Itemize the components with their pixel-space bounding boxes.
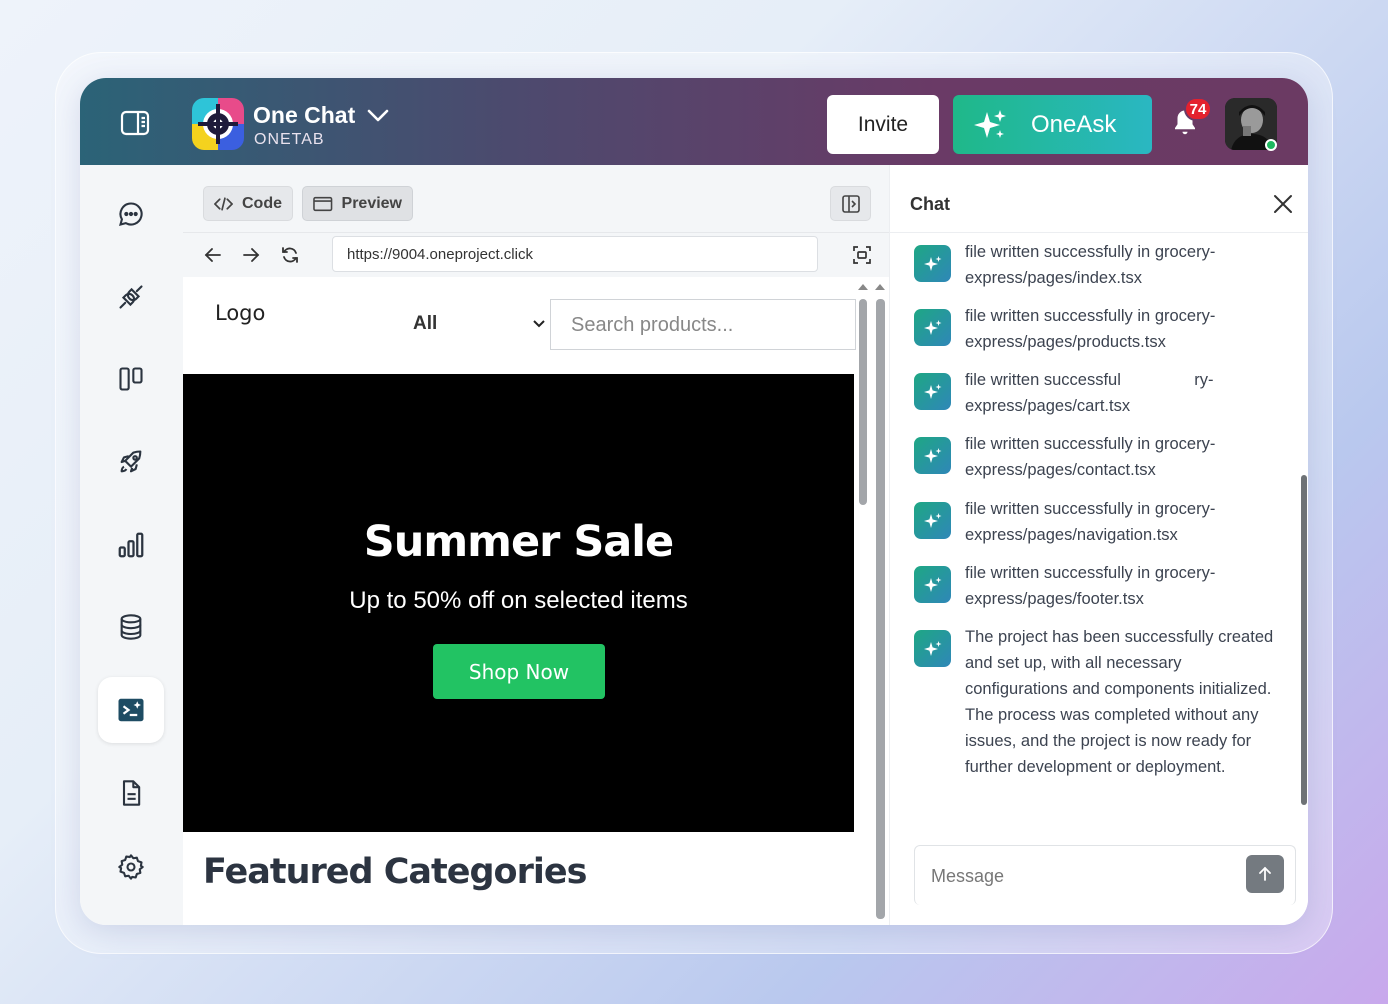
tab-code[interactable]: Code	[203, 186, 293, 221]
chat-scrollbar-thumb[interactable]	[1301, 475, 1307, 805]
product-search-input[interactable]: Search products...	[550, 299, 856, 350]
address-input[interactable]: https://9004.oneproject.click	[332, 236, 818, 272]
ai-terminal-icon	[118, 698, 144, 722]
app-name: One Chat	[253, 102, 356, 128]
onechat-logo	[192, 98, 244, 150]
ai-sparkle-icon	[914, 373, 951, 410]
sidebar-item-documents[interactable]	[98, 760, 164, 826]
sidebar-item-boards[interactable]	[98, 346, 164, 412]
browser-url-bar: https://9004.oneproject.click	[183, 232, 889, 277]
chat-message-text: file written successfully in grocery-exp…	[965, 435, 1216, 479]
preview-pane: Code Preview https://9004.oneproject.cli…	[183, 165, 889, 925]
hero-title: Summer Sale	[363, 517, 674, 567]
ai-sparkle-icon	[914, 502, 951, 539]
plug-icon	[119, 285, 143, 309]
featured-categories-heading: Featured Categories	[203, 852, 587, 892]
sidebar-item-integrations[interactable]	[98, 264, 164, 330]
reload-icon[interactable]	[278, 243, 302, 267]
oneask-label: OneAsk	[1031, 110, 1117, 138]
sidebar	[80, 165, 183, 925]
send-button[interactable]	[1246, 855, 1284, 893]
chat-panel: Chat file written successfully in grocer…	[889, 165, 1308, 925]
category-selected: All	[413, 313, 438, 334]
ai-sparkle-icon	[914, 245, 951, 282]
workspace-name: ONETAB	[254, 131, 325, 148]
app-window: One Chat ONETAB Invite OneAsk 74 Code Pr…	[80, 78, 1308, 925]
forward-arrow-icon[interactable]	[239, 243, 263, 267]
sidebar-item-analytics[interactable]	[98, 512, 164, 578]
pane-scrollbar[interactable]	[872, 277, 889, 925]
chat-messages: file written successfully in grocery-exp…	[890, 233, 1308, 823]
gear-icon	[118, 854, 144, 880]
chat-bubble-icon	[119, 202, 143, 226]
top-bar: One Chat ONETAB Invite OneAsk 74	[80, 78, 1308, 165]
pane-scrollbar-thumb[interactable]	[876, 299, 885, 919]
ai-sparkle-icon	[914, 309, 951, 346]
tab-preview[interactable]: Preview	[302, 186, 413, 221]
sidebar-item-launch[interactable]	[98, 429, 164, 495]
site-logo-alt: Logo	[215, 301, 266, 325]
fullscreen-icon[interactable]	[850, 243, 874, 267]
preview-scrollbar-thumb[interactable]	[859, 299, 867, 505]
chevron-down-icon	[533, 320, 545, 328]
panel-toggle-icon	[841, 194, 860, 213]
invite-button[interactable]: Invite	[827, 95, 939, 154]
ai-sparkle-icon	[914, 566, 951, 603]
chat-header: Chat	[890, 165, 1308, 233]
chat-message-text: file written successfully in grocery-exp…	[965, 307, 1216, 351]
document-icon	[122, 780, 141, 806]
hero-subtitle: Up to 50% off on selected items	[349, 587, 688, 614]
close-icon[interactable]	[1272, 193, 1294, 215]
shop-now-button[interactable]: Shop Now	[433, 644, 605, 699]
tab-preview-label: Preview	[341, 194, 402, 212]
sidebar-toggle-icon[interactable]	[120, 110, 150, 136]
chevron-down-icon	[367, 109, 389, 121]
ai-sparkle-icon	[914, 437, 951, 474]
sparkles-icon	[974, 109, 1006, 138]
chat-message-text: file written successfully in grocery-exp…	[965, 564, 1216, 608]
toggle-panel-button[interactable]	[830, 186, 871, 221]
database-icon	[120, 614, 142, 640]
oneask-button[interactable]: OneAsk	[953, 95, 1152, 154]
site-logo-broken-image[interactable]: Logo	[211, 301, 265, 325]
message-composer[interactable]: Message	[914, 845, 1296, 905]
chat-title: Chat	[910, 194, 950, 214]
sidebar-item-ai-builder[interactable]	[98, 677, 164, 743]
chat-message-text: file written successful ry-express/pages…	[965, 371, 1214, 415]
hero-banner: Summer Sale Up to 50% off on selected it…	[183, 374, 854, 832]
sidebar-item-chat[interactable]	[98, 181, 164, 247]
chat-message-text: file written successfully in grocery-exp…	[965, 500, 1216, 544]
notification-count-badge: 74	[1184, 97, 1212, 121]
sidebar-item-settings[interactable]	[98, 834, 164, 900]
code-icon	[214, 196, 233, 211]
columns-icon	[119, 367, 143, 391]
online-status-dot	[1265, 139, 1277, 151]
browser-window-icon	[313, 196, 333, 211]
rocket-icon	[120, 450, 142, 473]
preview-scrollbar[interactable]	[856, 277, 870, 925]
ai-sparkle-icon	[914, 630, 951, 667]
category-select[interactable]: All	[411, 299, 549, 349]
workspace-switcher[interactable]: One Chat	[253, 102, 389, 129]
chat-message-text: file written successfully in grocery-exp…	[965, 243, 1216, 287]
bar-chart-icon	[118, 532, 144, 558]
chat-message-text: The project has been successfully create…	[965, 628, 1274, 776]
tab-code-label: Code	[242, 194, 282, 212]
back-arrow-icon[interactable]	[201, 243, 225, 267]
message-input[interactable]: Message	[931, 866, 1004, 887]
preview-website: Logo All Search products... Summer Sale …	[183, 277, 873, 925]
sidebar-item-database[interactable]	[98, 594, 164, 660]
editor-tab-bar: Code Preview	[183, 165, 889, 232]
arrow-up-icon	[1259, 866, 1271, 881]
